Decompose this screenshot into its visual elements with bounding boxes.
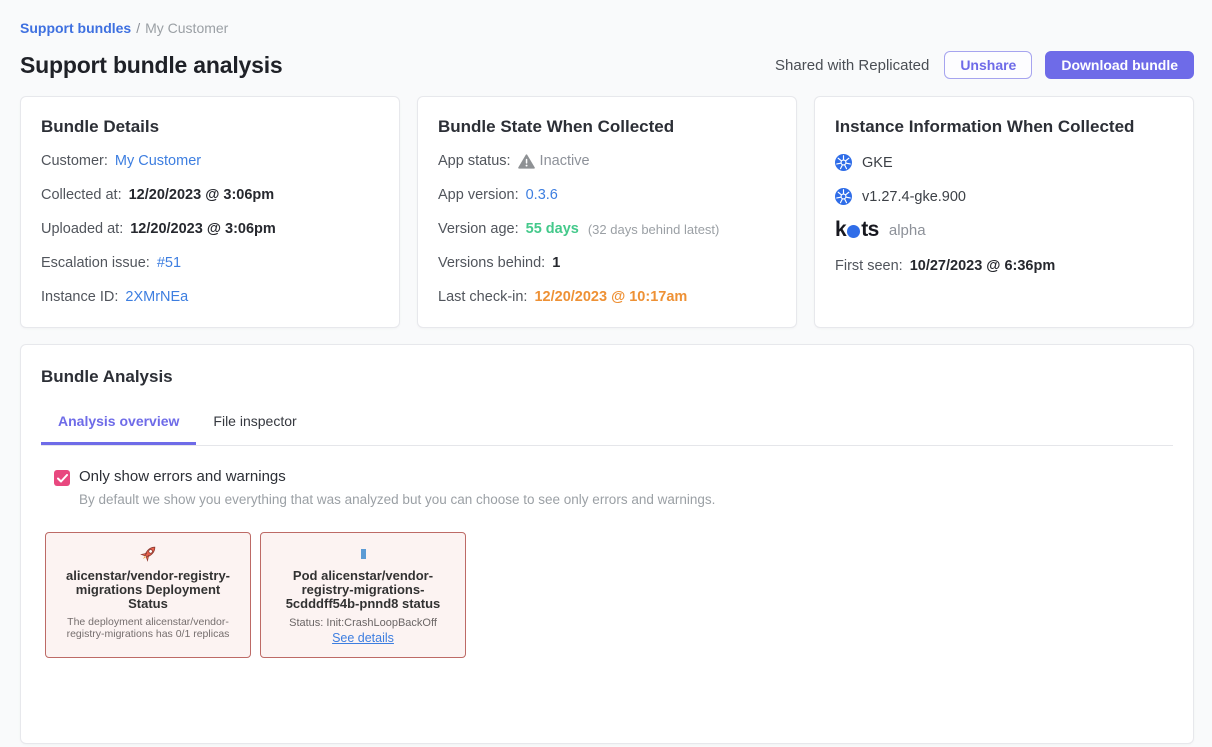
first-seen-value: 10/27/2023 @ 6:36pm [910,257,1056,276]
k8s-version-value: v1.27.4-gke.900 [862,189,966,205]
download-bundle-button[interactable]: Download bundle [1045,51,1194,79]
kots-logo-o-dot [847,225,860,238]
last-checkin-value: 12/20/2023 @ 10:17am [534,288,687,307]
breadcrumb-current: My Customer [145,20,228,36]
distribution-row: GKE [835,154,1173,171]
versions-behind-label: Versions behind: [438,254,545,273]
bundle-state-title: Bundle State When Collected [438,117,776,137]
version-age-label: Version age: [438,220,519,239]
app-version-label: App version: [438,186,519,205]
breadcrumb-support-bundles-link[interactable]: Support bundles [20,20,131,36]
checkmark-icon [57,474,68,483]
kubernetes-icon [835,188,852,205]
unshare-button[interactable]: Unshare [944,51,1032,79]
version-age-row: Version age: 55 days (32 days behind lat… [438,220,776,239]
result-title: Pod alicenstar/vendor-registry-migration… [281,569,445,611]
tabs-divider [41,445,1173,446]
see-details-link[interactable]: See details [332,631,394,645]
kots-channel: alpha [889,222,926,239]
last-checkin-row: Last check-in: 12/20/2023 @ 10:17am [438,288,776,307]
result-message: The deployment alicenstar/vendor-registr… [62,617,234,640]
uploaded-at-label: Uploaded at: [41,220,123,239]
result-title: alicenstar/vendor-registry-migrations De… [66,569,230,611]
escalation-issue-link[interactable]: #51 [157,254,181,273]
app-version-link[interactable]: 0.3.6 [526,186,558,205]
filter-description: By default we show you everything that w… [79,492,715,507]
kubernetes-icon [835,154,852,171]
versions-behind-value: 1 [552,254,560,273]
app-version-row: App version: 0.3.6 [438,186,776,205]
bundle-analysis-title: Bundle Analysis [41,367,1173,387]
collected-at-row: Collected at: 12/20/2023 @ 3:06pm [41,186,379,205]
rocket-icon [137,542,159,566]
first-seen-label: First seen: [835,257,903,276]
instance-info-title: Instance Information When Collected [835,117,1173,137]
header-actions: Shared with Replicated Unshare Download … [775,51,1194,79]
analysis-results: alicenstar/vendor-registry-migrations De… [45,532,1173,658]
kots-logo-k: k [835,218,846,242]
distribution-value: GKE [862,155,893,171]
uploaded-at-row: Uploaded at: 12/20/2023 @ 3:06pm [41,220,379,239]
version-age-value: 55 days [526,220,579,239]
filter-label[interactable]: Only show errors and warnings [79,468,715,485]
breadcrumb-separator: / [136,20,140,36]
kots-logo: kts [835,218,879,242]
version-age-note: (32 days behind latest) [588,220,720,239]
app-status-row: App status: Inactive [438,152,776,171]
customer-row: Customer: My Customer [41,152,379,171]
summary-cards-row: Bundle Details Customer: My Customer Col… [20,96,1194,328]
warning-triangle-icon [518,154,535,169]
tab-file-inspector[interactable]: File inspector [196,413,313,445]
tab-analysis-overview[interactable]: Analysis overview [41,413,196,445]
bundle-details-card: Bundle Details Customer: My Customer Col… [20,96,400,328]
analysis-tabs: Analysis overview File inspector [41,413,1173,445]
collected-at-label: Collected at: [41,186,122,205]
page-header: Support bundle analysis Shared with Repl… [20,51,1194,79]
filter-text: Only show errors and warnings By default… [79,468,715,507]
bundle-analysis-card: Bundle Analysis Analysis overview File i… [20,344,1194,744]
shared-status-text: Shared with Replicated [775,57,929,74]
result-status: Status: Init:CrashLoopBackOff [289,617,437,629]
collected-at-value: 12/20/2023 @ 3:06pm [129,186,275,205]
kots-logo-ts: ts [861,218,879,242]
instance-id-row: Instance ID: 2XMrNEa [41,288,379,307]
deployment-status-result-card: alicenstar/vendor-registry-migrations De… [45,532,251,658]
instance-id-link[interactable]: 2XMrNEa [125,288,188,307]
bundle-state-card: Bundle State When Collected App status: … [417,96,797,328]
app-status-value: Inactive [540,152,590,171]
breadcrumb: Support bundles / My Customer [20,20,1194,36]
page-title: Support bundle analysis [20,52,283,79]
customer-link[interactable]: My Customer [115,152,201,171]
only-errors-checkbox[interactable] [54,470,70,486]
k8s-version-row: v1.27.4-gke.900 [835,188,1173,205]
pod-status-result-card: Pod alicenstar/vendor-registry-migration… [260,532,466,658]
kots-row: kts alpha [835,218,1173,242]
versions-behind-row: Versions behind: 1 [438,254,776,273]
pod-icon [361,542,366,566]
escalation-issue-row: Escalation issue: #51 [41,254,379,273]
errors-warnings-filter: Only show errors and warnings By default… [54,468,1173,507]
uploaded-at-value: 12/20/2023 @ 3:06pm [130,220,276,239]
last-checkin-label: Last check-in: [438,288,527,307]
app-status-label: App status: [438,152,511,171]
first-seen-row: First seen: 10/27/2023 @ 6:36pm [835,257,1173,276]
support-bundle-analysis-page: Support bundles / My Customer Support bund… [0,0,1212,744]
escalation-issue-label: Escalation issue: [41,254,150,273]
customer-label: Customer: [41,152,108,171]
instance-id-label: Instance ID: [41,288,118,307]
instance-info-card: Instance Information When Collected [814,96,1194,328]
bundle-details-title: Bundle Details [41,117,379,137]
